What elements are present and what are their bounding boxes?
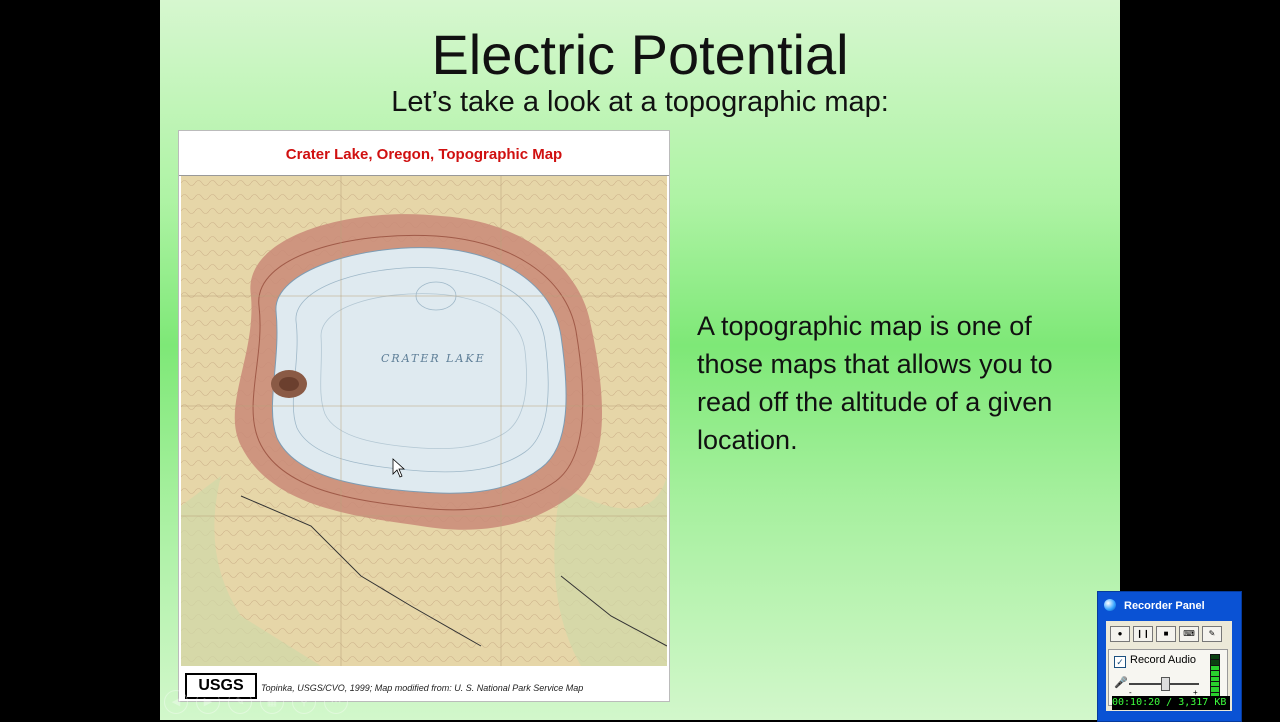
topographic-map: Crater Lake, Oregon, Topographic Map CRA… <box>178 130 670 702</box>
globe-icon <box>1104 599 1116 611</box>
record-audio-label: Record Audio <box>1130 654 1197 666</box>
previous-slide-icon[interactable]: ◀ <box>164 690 188 714</box>
more-options-icon[interactable]: ⋯ <box>324 690 348 714</box>
map-title: Crater Lake, Oregon, Topographic Map <box>179 131 669 176</box>
map-image: CRATER LAKE <box>181 176 667 666</box>
next-slide-icon[interactable]: ▶ <box>196 690 220 714</box>
slide-subtitle: Let’s take a look at a topographic map: <box>391 86 889 118</box>
crater-lake-water <box>271 247 567 494</box>
meter-segment <box>1211 681 1219 687</box>
meter-segment <box>1211 655 1219 660</box>
meter-segment <box>1211 671 1219 676</box>
wizard-island-summit <box>279 377 299 391</box>
recorder-panel-header[interactable]: Recorder Panel <box>1098 592 1241 620</box>
volume-slider-thumb[interactable] <box>1161 677 1170 691</box>
stop-button[interactable]: ■ <box>1156 626 1176 642</box>
slides-menu-icon[interactable]: ▦ <box>260 690 284 714</box>
recorder-panel: Recorder Panel ● ❙❙ ■ ⌨ ✎ ✓ Record Audio… <box>1097 591 1242 722</box>
recorder-panel-title: Recorder Panel <box>1124 600 1205 612</box>
slide-title: Electric Potential <box>431 23 849 86</box>
lake-label: CRATER LAKE <box>381 352 486 365</box>
record-audio-checkbox[interactable]: ✓ <box>1114 656 1126 668</box>
recorder-button-row: ● ❙❙ ■ ⌨ ✎ <box>1110 626 1222 642</box>
audio-level-meter <box>1210 654 1220 698</box>
meter-segment <box>1211 676 1219 681</box>
record-button[interactable]: ● <box>1110 626 1130 642</box>
pen-button[interactable]: ✎ <box>1202 626 1222 642</box>
presentation-slide: Electric Potential Let’s take a look at … <box>160 0 1120 720</box>
meter-segment <box>1211 665 1219 671</box>
zoom-icon[interactable]: ⚲ <box>292 690 316 714</box>
slide-show-toolbar: ◀ ▶ ✎ ▦ ⚲ ⋯ <box>164 690 348 714</box>
microphone-icon: 🎤 <box>1114 677 1128 689</box>
pause-button[interactable]: ❙❙ <box>1133 626 1153 642</box>
recording-status: 00:10:20 / 3,317 KB <box>1112 696 1230 710</box>
keyboard-button[interactable]: ⌨ <box>1179 626 1199 642</box>
meter-segment <box>1211 687 1219 692</box>
slide-body-text: A topographic map is one of those maps t… <box>697 311 1053 455</box>
meter-segment <box>1211 660 1219 665</box>
pen-tool-icon[interactable]: ✎ <box>228 690 252 714</box>
